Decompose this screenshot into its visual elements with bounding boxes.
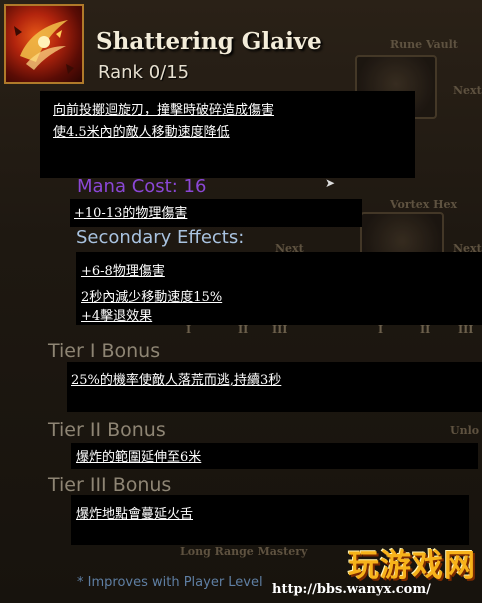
tier2-bonus-text: 爆炸的範圍延伸至6米 [76, 450, 202, 465]
skill-description-line1: 向前投擲迴旋刃，撞擊時破碎造成傷害 [53, 103, 275, 118]
mouse-cursor-icon: ➤ [325, 176, 336, 190]
watermark-url: http://bbs.wanyx.com/ [272, 582, 431, 597]
tier3-heading: Tier III Bonus [48, 474, 172, 496]
watermark-logo: 玩游戏网 [348, 548, 476, 584]
primary-effect: +10-13的物理傷害 [74, 206, 188, 221]
tier1-bonus-text: 25%的機率使敵人落荒而逃,持續3秒 [71, 373, 282, 388]
bg-label-rune-vault: Rune Vault [390, 38, 458, 51]
skill-description-line2: 使4.5米內的敵人移動速度降低 [53, 125, 230, 140]
secondary-effect-3: +4擊退效果 [81, 309, 153, 324]
shattering-glaive-icon [4, 4, 84, 84]
secondary-effects-heading: Secondary Effects: [76, 227, 245, 248]
secondary-effect-2: 2秒內減少移動速度15% [81, 290, 223, 305]
bg-label-long-range-mastery: Long Range Mastery [180, 545, 308, 558]
mana-cost: Mana Cost: 16 [77, 176, 207, 197]
skill-title: Shattering Glaive [96, 28, 322, 55]
bg-label-unlock: Unlo [450, 424, 480, 437]
footnote: * Improves with Player Level [77, 575, 263, 590]
skill-rank: Rank 0/15 [98, 62, 190, 83]
tier3-bonus-text: 爆炸地點會蔓延火舌 [76, 507, 194, 522]
tier2-heading: Tier II Bonus [48, 419, 166, 441]
bg-label-next-1: Next [453, 84, 482, 97]
tier1-heading: Tier I Bonus [48, 340, 161, 362]
bg-label-vortex-hex: Vortex Hex [390, 198, 458, 211]
secondary-effect-1: +6-8物理傷害 [81, 264, 165, 279]
